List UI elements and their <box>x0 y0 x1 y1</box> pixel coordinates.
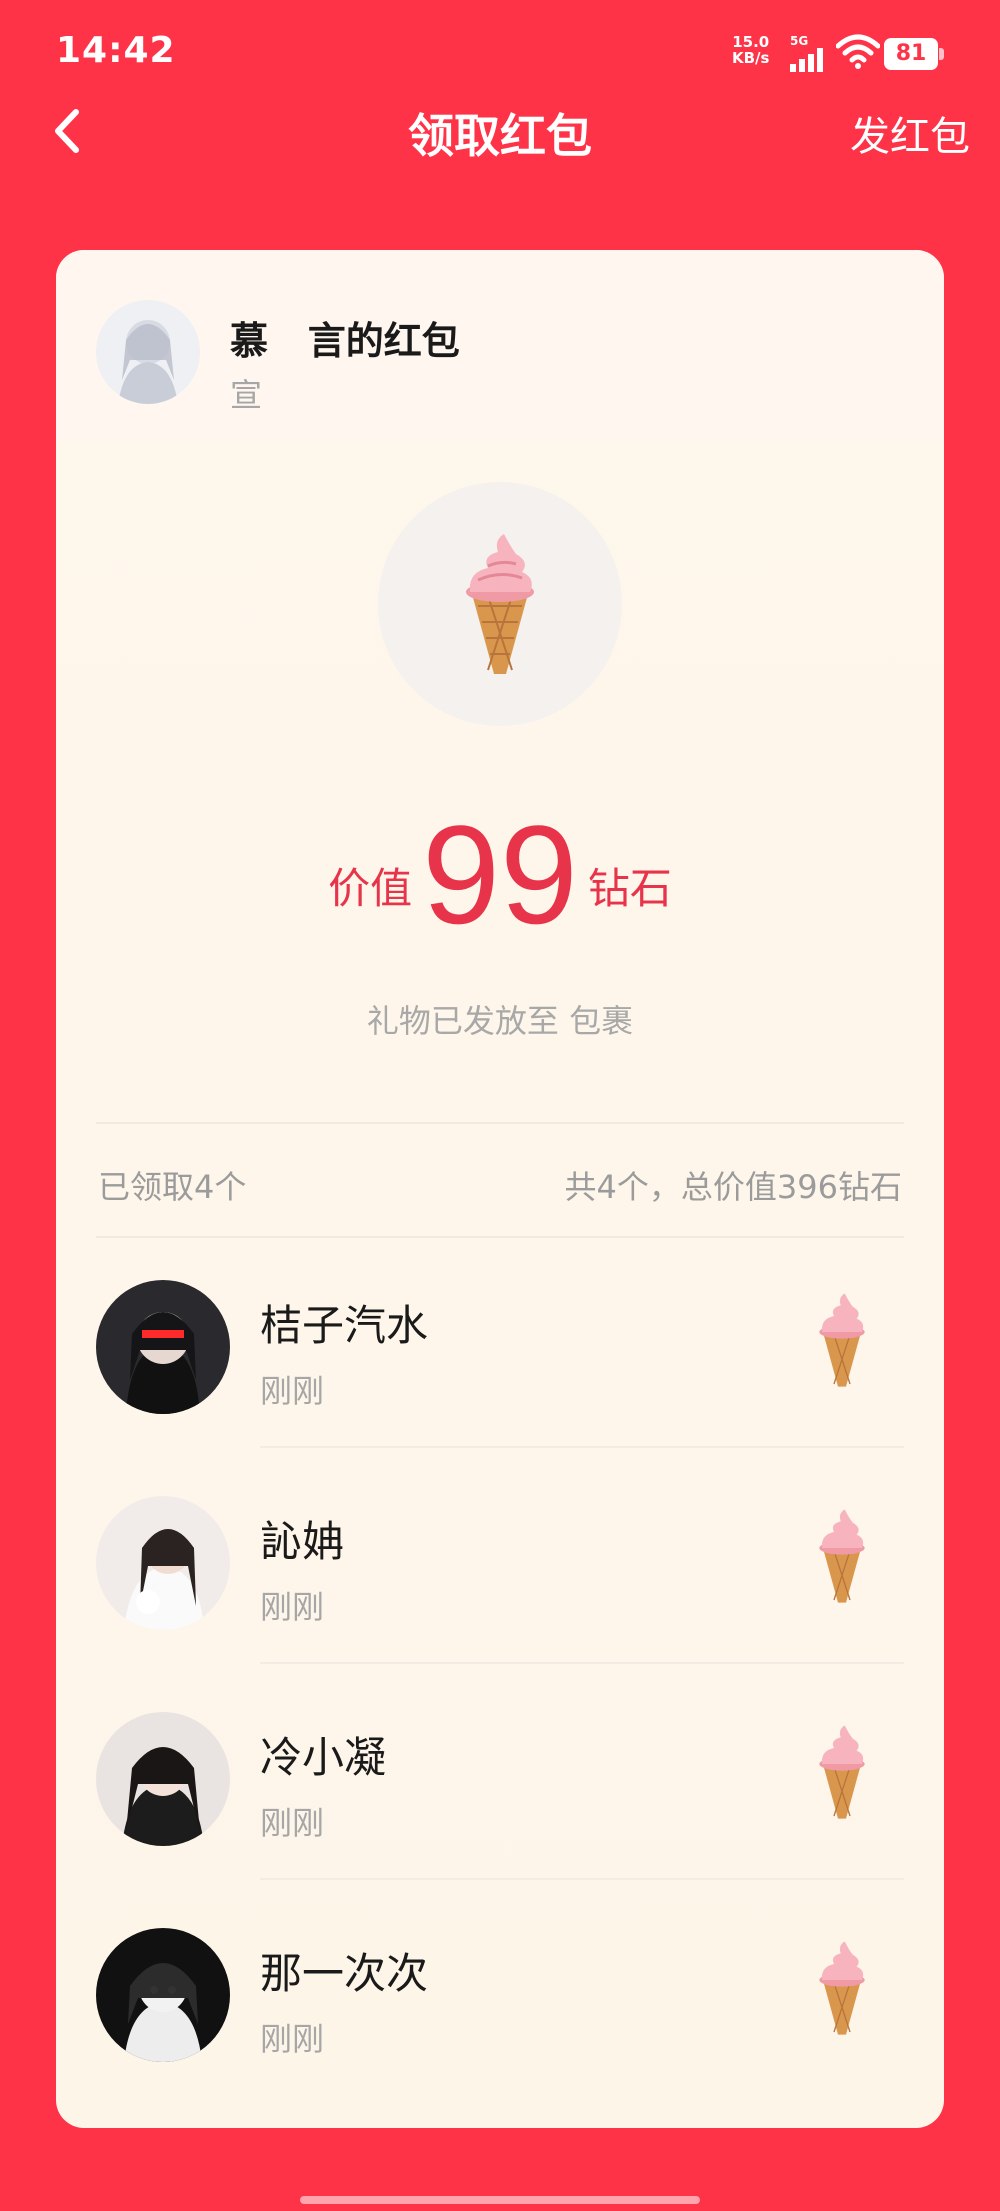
wifi-icon <box>836 34 880 69</box>
divider <box>96 1236 904 1238</box>
delivered-text: 礼物已发放至 包裹 <box>366 1002 634 1040</box>
signal-icon <box>790 48 823 72</box>
home-indicator[interactable] <box>300 2196 700 2204</box>
avatar[interactable] <box>96 1280 230 1414</box>
sender-name: 慕 言的红包 <box>230 319 460 363</box>
ice-cream-icon <box>819 1509 865 1603</box>
ice-cream-icon <box>819 1941 865 2035</box>
sender-subtitle: 宣 <box>230 376 263 414</box>
gift-value: 价值99 钻石 <box>56 805 944 945</box>
avatar[interactable] <box>96 300 200 404</box>
total-info: 共4个，总价值396钻石 <box>564 1168 902 1206</box>
recipient-time: 刚刚 <box>260 1588 325 1626</box>
list-item[interactable]: 桔子汽水 刚刚 <box>56 1280 944 1496</box>
sender-header: 慕 言的红包 宣 <box>56 250 944 440</box>
recipient-time: 刚刚 <box>260 2020 325 2058</box>
status-bar: 14:42 15.0 KB/s 5G 81 <box>0 0 1000 110</box>
status-time: 14:42 <box>56 30 176 71</box>
battery-icon: 81 <box>884 38 944 70</box>
value-number: 99 <box>422 796 578 953</box>
divider <box>96 1122 904 1124</box>
recipient-name: 那一次次 <box>260 1949 429 1998</box>
network-type: 5G <box>790 34 809 48</box>
value-suffix: 钻石 <box>587 864 672 913</box>
ice-cream-icon <box>819 1293 865 1387</box>
ice-cream-icon <box>466 534 534 674</box>
gift-image <box>378 482 622 726</box>
claimed-count: 已领取4个 <box>98 1168 247 1206</box>
ice-cream-icon <box>819 1725 865 1819</box>
red-packet-card: 慕 言的红包 宣 价值99 钻石 礼物已发放至 包裹 已领取4个 共4个，总价值3… <box>56 250 944 2128</box>
avatar[interactable] <box>96 1496 230 1630</box>
avatar[interactable] <box>96 1928 230 2062</box>
recipient-name: 桔子汽水 <box>260 1301 429 1350</box>
recipient-name: 冷小凝 <box>260 1733 387 1782</box>
recipient-time: 刚刚 <box>260 1372 325 1410</box>
battery-level: 81 <box>884 38 938 70</box>
send-red-packet-button[interactable]: 发红包 <box>850 104 970 162</box>
avatar[interactable] <box>96 1712 230 1846</box>
recipient-name: 訫姌 <box>260 1517 345 1566</box>
value-prefix: 价值 <box>328 864 413 913</box>
recipient-time: 刚刚 <box>260 1804 325 1842</box>
list-item[interactable]: 冷小凝 刚刚 <box>56 1712 944 1928</box>
network-speed: 15.0 KB/s <box>732 33 770 67</box>
list-item[interactable]: 那一次次 刚刚 <box>56 1928 944 2128</box>
list-item[interactable]: 訫姌 刚刚 <box>56 1496 944 1712</box>
